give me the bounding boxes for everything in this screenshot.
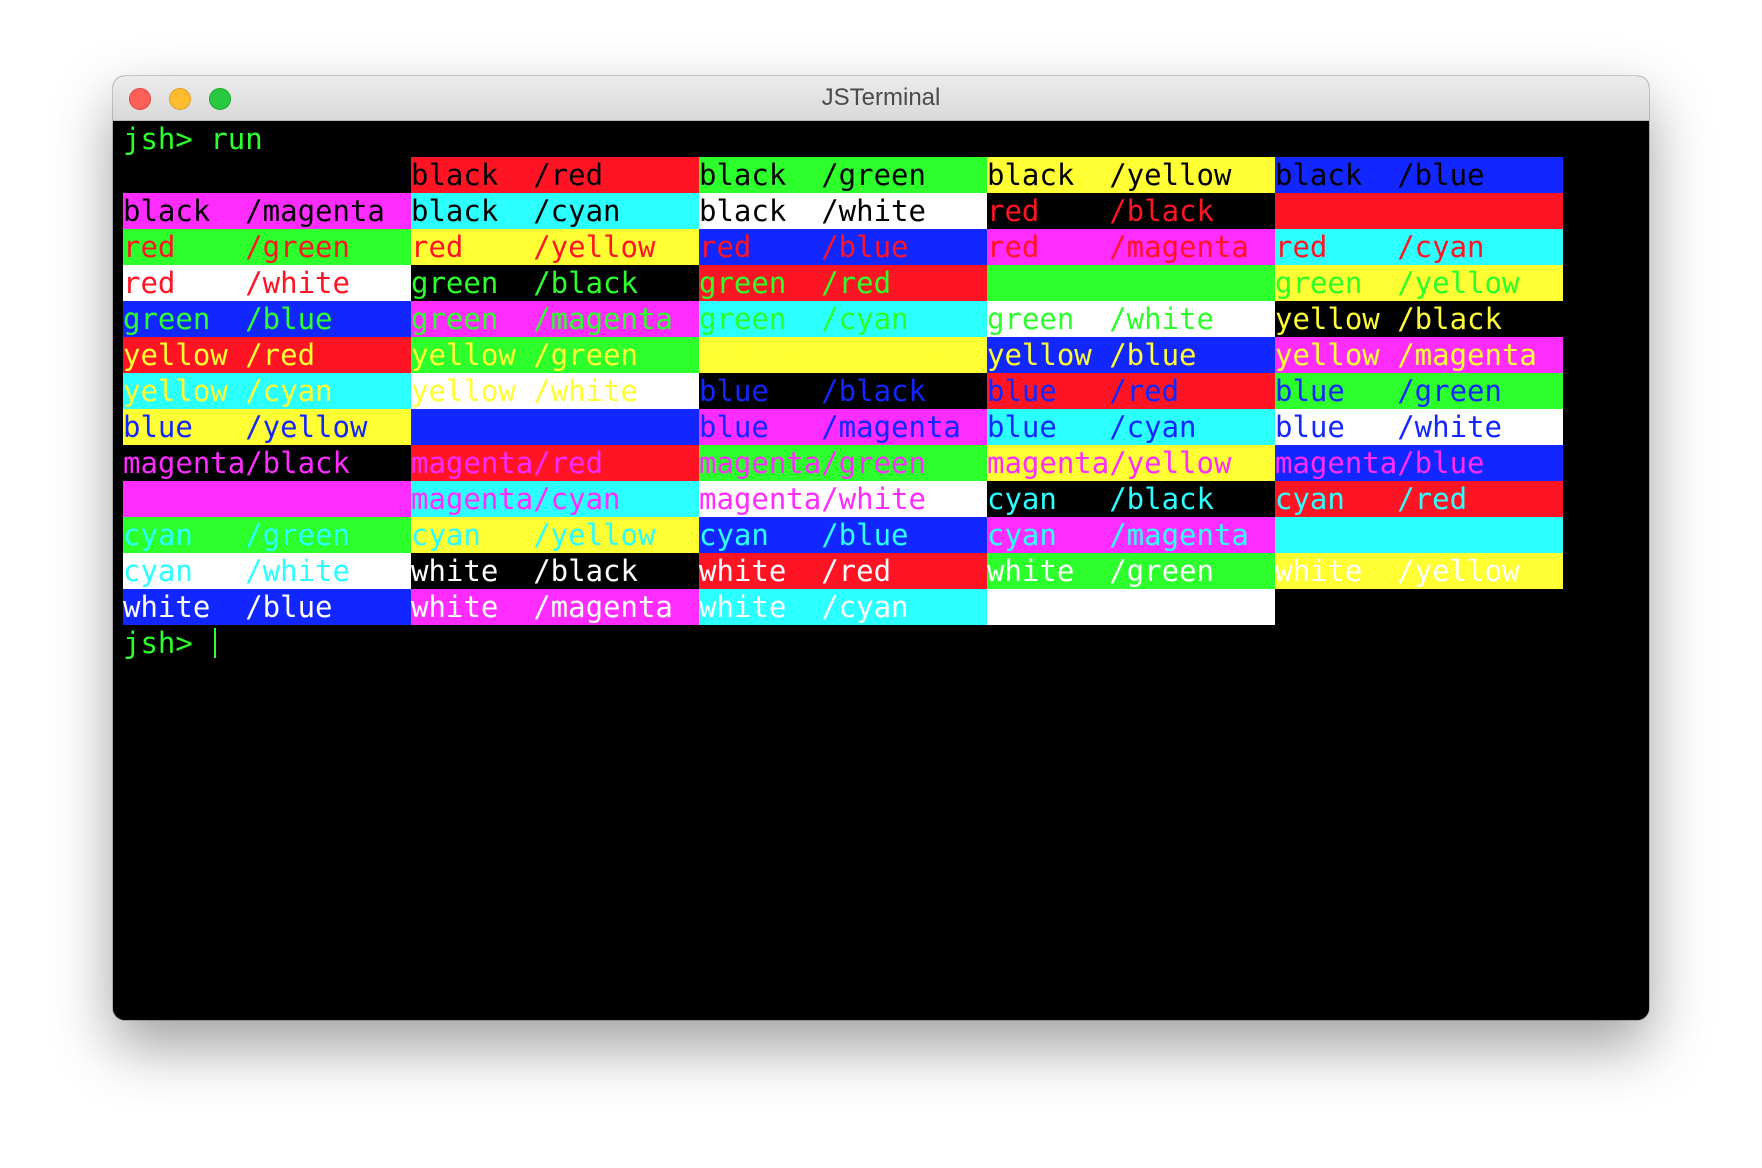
color-cell: white /blue xyxy=(123,589,411,625)
color-cell: cyan /green xyxy=(123,517,411,553)
color-row: red /green red /yellow red /blue red /magen… xyxy=(123,229,1639,265)
color-cell: blue /green xyxy=(1275,373,1563,409)
color-cell: yellow /green xyxy=(411,337,699,373)
color-cell: white /cyan xyxy=(699,589,987,625)
color-cell: black /yellow xyxy=(987,157,1275,193)
text-cursor xyxy=(214,628,217,658)
color-cell: red /white xyxy=(123,265,411,301)
color-cell: blue /blue xyxy=(411,409,699,445)
color-cell: cyan /blue xyxy=(699,517,987,553)
color-cell: blue /cyan xyxy=(987,409,1275,445)
color-cell: magenta/black xyxy=(123,445,411,481)
command-line: jsh> run xyxy=(123,121,1639,157)
input-line[interactable]: jsh> xyxy=(123,625,1639,661)
terminal-output[interactable]: jsh> run black /red black /green black /ye… xyxy=(113,121,1649,1020)
color-cell: black /cyan xyxy=(411,193,699,229)
color-row: green /blue green /magenta green /cyan gree… xyxy=(123,301,1639,337)
color-cell: yellow /red xyxy=(123,337,411,373)
color-cell: green /black xyxy=(411,265,699,301)
color-cell: white /white xyxy=(987,589,1275,625)
color-cell: magenta/green xyxy=(699,445,987,481)
color-cell: yellow /cyan xyxy=(123,373,411,409)
color-cell: red /black xyxy=(987,193,1275,229)
color-cell: blue /black xyxy=(699,373,987,409)
color-row: yellow /red yellow /green yellow /yellow ye… xyxy=(123,337,1639,373)
color-row: magenta/magenta magenta/cyan magenta/white… xyxy=(123,481,1639,517)
color-row: cyan /white white /black white /red white /… xyxy=(123,553,1639,589)
color-cell: green /yellow xyxy=(1275,265,1563,301)
color-cell: black /green xyxy=(699,157,987,193)
title-bar[interactable]: JSTerminal xyxy=(113,76,1649,121)
color-cell: green /cyan xyxy=(699,301,987,337)
color-cell: green /red xyxy=(699,265,987,301)
window-title: JSTerminal xyxy=(821,84,941,111)
color-row: yellow /cyan yellow /white blue /black blue… xyxy=(123,373,1639,409)
color-cell: yellow /blue xyxy=(987,337,1275,373)
color-cell: red /green xyxy=(123,229,411,265)
color-cell: yellow /magenta xyxy=(1275,337,1563,373)
color-cell: magenta/blue xyxy=(1275,445,1563,481)
color-cell: cyan /black xyxy=(987,481,1275,517)
color-cell: cyan /white xyxy=(123,553,411,589)
color-cell: magenta/yellow xyxy=(987,445,1275,481)
color-cell: red /blue xyxy=(699,229,987,265)
color-cell: cyan /magenta xyxy=(987,517,1275,553)
color-cell: black /white xyxy=(699,193,987,229)
color-cell: red /magenta xyxy=(987,229,1275,265)
color-cell: green /white xyxy=(987,301,1275,337)
color-cell: white /red xyxy=(699,553,987,589)
color-row: magenta/black magenta/red magenta/green mag… xyxy=(123,445,1639,481)
color-cell: black /magenta xyxy=(123,193,411,229)
prompt: jsh> xyxy=(123,122,211,156)
color-cell: black /red xyxy=(411,157,699,193)
color-cell: white /magenta xyxy=(411,589,699,625)
color-cell: green /magenta xyxy=(411,301,699,337)
color-row: white /blue white /magenta white /cyan whit… xyxy=(123,589,1639,625)
color-grid: black /red black /green black /yellow black… xyxy=(123,157,1639,625)
color-cell: white /green xyxy=(987,553,1275,589)
color-cell: magenta/magenta xyxy=(123,481,411,517)
color-cell: red /red xyxy=(1275,193,1563,229)
color-row: red /white green /black green /red green /g… xyxy=(123,265,1639,301)
prompt: jsh> xyxy=(123,626,211,660)
color-cell: cyan /cyan xyxy=(1275,517,1563,553)
color-cell: yellow /white xyxy=(411,373,699,409)
color-row: black /red black /green black /yellow black… xyxy=(123,157,1639,193)
color-cell xyxy=(123,157,411,193)
color-row: black /magenta black /cyan black /white red… xyxy=(123,193,1639,229)
color-cell: red /yellow xyxy=(411,229,699,265)
color-cell: white /yellow xyxy=(1275,553,1563,589)
color-cell: blue /yellow xyxy=(123,409,411,445)
color-cell: cyan /yellow xyxy=(411,517,699,553)
color-cell: red /cyan xyxy=(1275,229,1563,265)
terminal-window: JSTerminal jsh> run black /red black /gre… xyxy=(113,76,1649,1020)
color-cell: magenta/white xyxy=(699,481,987,517)
color-row: cyan /green cyan /yellow cyan /blue cyan /m… xyxy=(123,517,1639,553)
color-cell: magenta/red xyxy=(411,445,699,481)
color-cell: black /blue xyxy=(1275,157,1563,193)
color-cell: cyan /red xyxy=(1275,481,1563,517)
color-cell: green /blue xyxy=(123,301,411,337)
command-text: run xyxy=(210,122,263,156)
color-cell: blue /red xyxy=(987,373,1275,409)
color-cell: blue /magenta xyxy=(699,409,987,445)
color-row: blue /yellow blue /blue blue /magenta blue … xyxy=(123,409,1639,445)
color-cell: blue /white xyxy=(1275,409,1563,445)
color-cell: green /green xyxy=(987,265,1275,301)
color-cell: yellow /black xyxy=(1275,301,1563,337)
color-cell: white /black xyxy=(411,553,699,589)
color-cell: yellow /yellow xyxy=(699,337,987,373)
color-cell: magenta/cyan xyxy=(411,481,699,517)
